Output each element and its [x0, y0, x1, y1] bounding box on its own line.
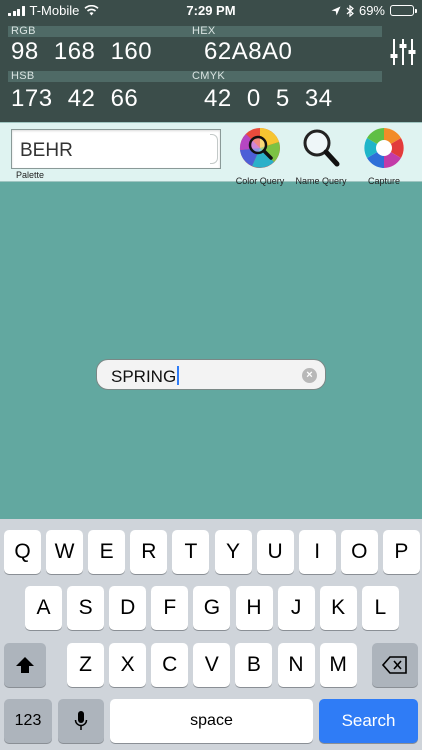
name-query-button[interactable]: Name Query [289, 126, 353, 186]
aperture-icon [364, 128, 404, 168]
search-key[interactable]: Search [319, 699, 418, 743]
status-bar: T-Mobile 7:29 PM 69% [0, 0, 422, 22]
hsb-value: 173 42 66 [11, 85, 139, 112]
color-query-button[interactable]: Color Query [228, 126, 292, 186]
key-s[interactable]: S [67, 586, 105, 630]
key-a[interactable]: A [25, 586, 62, 630]
hex-value: 62A8A0 [204, 38, 293, 65]
key-r[interactable]: R [130, 530, 168, 574]
text-caret [177, 366, 180, 385]
rgb-label: RGB [11, 25, 36, 37]
key-m[interactable]: M [319, 643, 357, 687]
key-e[interactable]: E [88, 530, 126, 574]
key-p[interactable]: P [382, 530, 420, 574]
picker-bracket-icon [210, 134, 218, 164]
bluetooth-icon [346, 4, 354, 17]
palette-value: BEHR [20, 140, 73, 161]
backspace-key[interactable] [372, 643, 418, 687]
magnifier-icon [303, 129, 340, 167]
key-j[interactable]: J [277, 586, 315, 630]
key-h[interactable]: H [235, 586, 273, 630]
key-n[interactable]: N [277, 643, 315, 687]
key-o[interactable]: O [340, 530, 378, 574]
key-q[interactable]: Q [4, 530, 41, 574]
key-g[interactable]: G [193, 586, 231, 630]
key-c[interactable]: C [151, 643, 189, 687]
key-z[interactable]: Z [67, 643, 104, 687]
tool-strip: BEHR Palette Color Query Name Query Capt… [0, 122, 422, 186]
sliders-icon[interactable] [390, 37, 416, 67]
battery-percent: 69% [358, 3, 385, 18]
location-icon [331, 6, 341, 15]
palette-selector[interactable]: BEHR [11, 129, 221, 169]
shift-icon [16, 657, 34, 673]
key-u[interactable]: U [256, 530, 294, 574]
color-wheel-icon [239, 128, 280, 168]
rgb-value: 98 168 160 [11, 38, 153, 65]
search-text: SPRING [111, 367, 177, 386]
key-y[interactable]: Y [214, 530, 252, 574]
clear-icon[interactable]: × [302, 368, 317, 383]
status-right: 69% [331, 3, 417, 18]
key-d[interactable]: D [109, 586, 147, 630]
cmyk-value: 42 0 5 34 [204, 85, 333, 112]
key-v[interactable]: V [193, 643, 231, 687]
key-w[interactable]: W [46, 530, 84, 574]
dictation-key[interactable] [58, 699, 104, 743]
hex-label: HEX [192, 25, 216, 37]
keyboard: 123 space Search QWERTYUIOP ASDFGHJKL ZXCV… [0, 519, 422, 750]
battery-icon [390, 5, 417, 16]
search-input[interactable]: SPRING [111, 366, 180, 387]
space-key[interactable]: space [110, 699, 313, 743]
key-l[interactable]: L [361, 586, 399, 630]
key-i[interactable]: I [298, 530, 336, 574]
key-x[interactable]: X [109, 643, 147, 687]
palette-caption: Palette [16, 170, 45, 180]
shift-key[interactable] [4, 643, 46, 687]
numbers-key[interactable]: 123 [4, 699, 52, 743]
color-swatch [0, 182, 422, 519]
cmyk-label: CMYK [192, 70, 225, 82]
hsb-label: HSB [11, 70, 35, 82]
color-readout-header: T-Mobile 7:29 PM 69% RGB 98 168 160 HEX … [0, 0, 422, 122]
backspace-icon [382, 656, 407, 674]
key-k[interactable]: K [319, 586, 357, 630]
key-b[interactable]: B [235, 643, 273, 687]
capture-button[interactable]: Capture [352, 126, 416, 186]
key-t[interactable]: T [172, 530, 210, 574]
key-f[interactable]: F [151, 586, 189, 630]
name-search-field[interactable]: SPRING × [96, 359, 326, 390]
microphone-icon [74, 711, 88, 730]
